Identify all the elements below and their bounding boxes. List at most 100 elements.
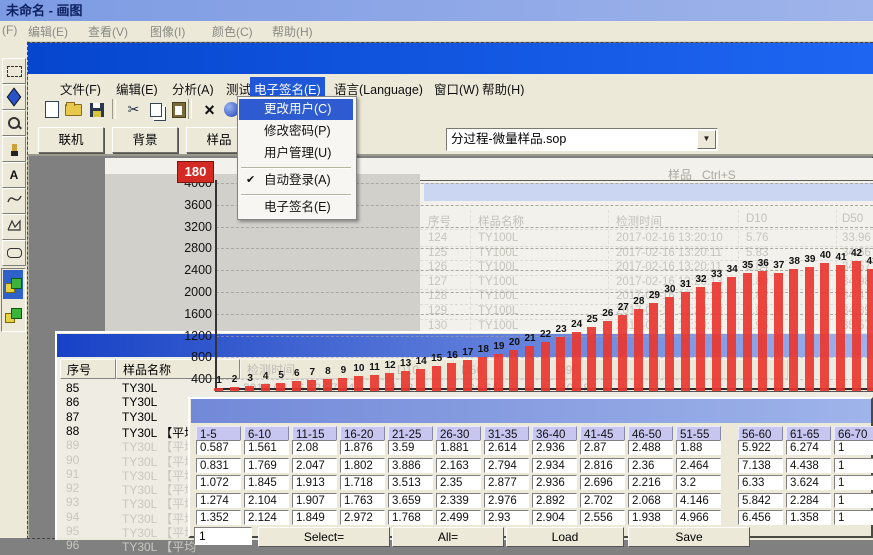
paint-menu-item[interactable]: 图像(I) xyxy=(150,23,185,40)
menu-item-3[interactable]: 用户管理(U) xyxy=(239,143,353,164)
fill-color-tool[interactable] xyxy=(2,84,26,110)
dist-value-cell[interactable]: 1.274 xyxy=(196,493,241,508)
dist-value-cell[interactable]: 2.892 xyxy=(532,493,577,508)
dist-value-cell[interactable]: 4.438 xyxy=(786,458,831,473)
dist-value-cell[interactable]: 1 xyxy=(834,493,873,508)
dist-value-cell[interactable]: 6.274 xyxy=(786,440,831,455)
new-file-icon[interactable] xyxy=(42,100,61,119)
dist-value-cell[interactable]: 1.876 xyxy=(340,440,385,455)
polygon-tool[interactable] xyxy=(2,214,26,240)
dist-value-cell[interactable]: 2.339 xyxy=(436,493,481,508)
dist-value-cell[interactable]: 2.124 xyxy=(244,510,289,525)
dist-value-cell[interactable]: 1.072 xyxy=(196,475,241,490)
dist-value-cell[interactable]: 2.464 xyxy=(676,458,721,473)
dist-value-cell[interactable]: 1.849 xyxy=(292,510,337,525)
list-item[interactable]: 88TY30L 【平均] xyxy=(0,424,190,438)
list-item[interactable]: 93TY30L 【平均 xyxy=(0,495,190,509)
dist-value-cell[interactable]: 1 xyxy=(834,475,873,490)
dist-value-cell[interactable]: 7.138 xyxy=(738,458,783,473)
dist-value-cell[interactable]: 3.886 xyxy=(388,458,433,473)
brush-tool[interactable] xyxy=(2,136,26,162)
dist-value-cell[interactable]: 2.934 xyxy=(532,458,577,473)
paint-menu-item[interactable]: 帮助(H) xyxy=(272,23,313,40)
menu-item-1[interactable]: 更改用户(C) xyxy=(239,99,353,120)
paint-title-bar[interactable]: 未命名 - 画图 xyxy=(0,0,873,21)
menu-item-5[interactable]: ✔自动登录(A) xyxy=(239,170,353,191)
dist-value-cell[interactable]: 1.802 xyxy=(340,458,385,473)
copy-icon[interactable] xyxy=(146,100,165,119)
dist-value-cell[interactable]: 2.972 xyxy=(340,510,385,525)
open-folder-icon[interactable] xyxy=(64,100,83,119)
distribution-title-bar[interactable] xyxy=(191,399,871,423)
dist-value-cell[interactable]: 2.556 xyxy=(580,510,625,525)
dist-value-cell[interactable]: 2.936 xyxy=(532,440,577,455)
save-button[interactable]: Save xyxy=(628,527,750,547)
mode-button-1[interactable]: 联机 xyxy=(38,127,104,153)
curve-tool[interactable] xyxy=(2,188,26,214)
load-button[interactable]: Load xyxy=(506,527,624,547)
dist-value-cell[interactable]: 1 xyxy=(834,458,873,473)
dist-value-cell[interactable]: 2.816 xyxy=(580,458,625,473)
dist-value-cell[interactable]: 2.047 xyxy=(292,458,337,473)
dist-value-cell[interactable]: 1.845 xyxy=(244,475,289,490)
dist-value-cell[interactable]: 1.768 xyxy=(388,510,433,525)
paint-menu-item[interactable]: 查看(V) xyxy=(88,23,128,40)
rounded-rect-tool[interactable] xyxy=(2,240,26,266)
menu-item-2[interactable]: 修改密码(P) xyxy=(239,121,353,142)
dist-value-cell[interactable]: 3.624 xyxy=(786,475,831,490)
list-item[interactable]: 91TY30L 【平均 xyxy=(0,467,190,481)
dist-value-cell[interactable]: 2.284 xyxy=(786,493,831,508)
front-list-header-7[interactable] xyxy=(660,359,788,379)
front-list-header-1[interactable]: 序号 xyxy=(60,359,116,379)
dist-value-cell[interactable]: 1.913 xyxy=(292,475,337,490)
dist-value-cell[interactable]: 6.456 xyxy=(738,510,783,525)
dist-value-cell[interactable]: 2.93 xyxy=(484,510,529,525)
paint-menu-item[interactable]: 颜色(C) xyxy=(212,23,253,40)
app-title-bar[interactable] xyxy=(28,43,873,74)
dist-value-cell[interactable]: 1.352 xyxy=(196,510,241,525)
mode-button-2[interactable]: 背景 xyxy=(112,127,178,153)
dist-value-cell[interactable]: 6.33 xyxy=(738,475,783,490)
dist-value-cell[interactable]: 1.763 xyxy=(340,493,385,508)
dist-value-cell[interactable]: 2.794 xyxy=(484,458,529,473)
dist-value-cell[interactable]: 2.216 xyxy=(628,475,673,490)
paste-icon[interactable] xyxy=(169,100,188,119)
dist-value-cell[interactable]: 2.87 xyxy=(580,440,625,455)
dist-value-cell[interactable]: 2.068 xyxy=(628,493,673,508)
paint-menu-item[interactable]: 编辑(E) xyxy=(28,23,68,40)
list-item[interactable]: 89TY30L 【平均 xyxy=(0,438,190,452)
dist-value-cell[interactable]: 2.488 xyxy=(628,440,673,455)
dist-value-cell[interactable]: 0.831 xyxy=(196,458,241,473)
sop-combobox[interactable]: 分过程-微量样品.sop ▼ xyxy=(446,128,718,151)
select-button[interactable]: Select= xyxy=(258,527,390,547)
dist-value-cell[interactable]: 3.513 xyxy=(388,475,433,490)
chevron-down-icon[interactable]: ▼ xyxy=(697,130,716,149)
dist-value-cell[interactable]: 2.614 xyxy=(484,440,529,455)
dist-value-cell[interactable]: 2.877 xyxy=(484,475,529,490)
dist-value-cell[interactable]: 2.904 xyxy=(532,510,577,525)
dist-value-cell[interactable]: 3.2 xyxy=(676,475,721,490)
opaque-selection-option[interactable] xyxy=(3,270,23,299)
dist-value-cell[interactable]: 1.561 xyxy=(244,440,289,455)
list-item[interactable]: 92TY30L 【平均 xyxy=(0,481,190,495)
transparent-selection-option[interactable] xyxy=(3,300,23,329)
dist-value-cell[interactable]: 3.59 xyxy=(388,440,433,455)
dist-value-cell[interactable]: 1.907 xyxy=(292,493,337,508)
dist-value-cell[interactable]: 1.938 xyxy=(628,510,673,525)
cut-icon[interactable]: ✂ xyxy=(124,100,143,119)
list-item[interactable]: 96TY30L 【平均 xyxy=(0,538,190,552)
dist-value-cell[interactable]: 0.587 xyxy=(196,440,241,455)
list-item[interactable]: 86TY30L xyxy=(0,395,190,409)
paint-menu-item[interactable]: (F) xyxy=(2,23,17,37)
select-tool[interactable] xyxy=(2,58,26,84)
dist-value-cell[interactable]: 1.769 xyxy=(244,458,289,473)
dist-value-cell[interactable]: 2.702 xyxy=(580,493,625,508)
dist-value-cell[interactable]: 1.881 xyxy=(436,440,481,455)
dist-value-cell[interactable]: 5.842 xyxy=(738,493,783,508)
dist-value-cell[interactable]: 1 xyxy=(834,440,873,455)
dist-value-cell[interactable]: 4.966 xyxy=(676,510,721,525)
dist-value-cell[interactable]: 4.146 xyxy=(676,493,721,508)
magnifier-tool[interactable] xyxy=(2,110,26,136)
dist-value-cell[interactable]: 1 xyxy=(834,510,873,525)
dist-value-cell[interactable]: 2.936 xyxy=(532,475,577,490)
